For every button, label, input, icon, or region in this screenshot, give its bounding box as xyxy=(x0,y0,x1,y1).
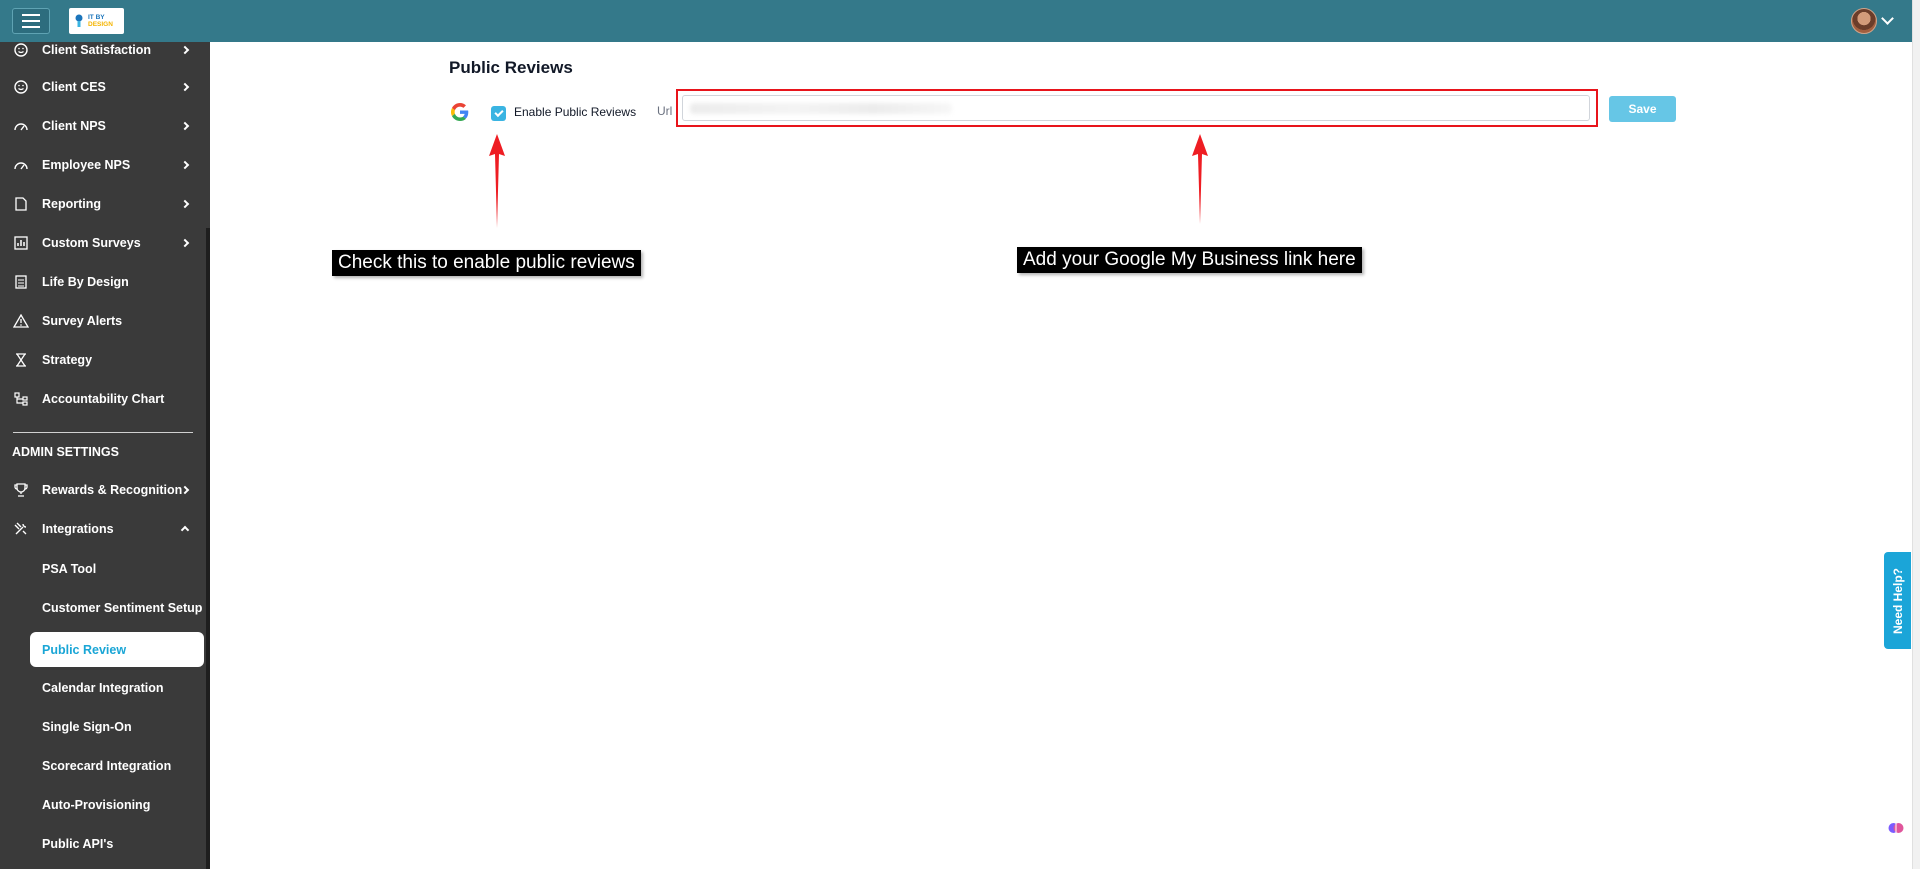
profile-menu[interactable] xyxy=(1851,8,1894,34)
sidebar: Client Satisfaction Client CES Client NP… xyxy=(0,42,210,869)
save-button[interactable]: Save xyxy=(1609,96,1676,122)
bar-chart-icon xyxy=(13,235,29,251)
avatar[interactable] xyxy=(1851,8,1877,34)
hourglass-icon xyxy=(13,352,29,368)
chevron-right-icon xyxy=(180,160,190,170)
chevron-right-icon xyxy=(180,45,190,55)
annotation-callout-checkbox: Check this to enable public reviews xyxy=(332,250,641,276)
hamburger-icon-line xyxy=(22,14,40,16)
chevron-down-icon[interactable] xyxy=(1881,12,1894,25)
warning-icon xyxy=(13,313,29,329)
sidebar-item-label: Integrations xyxy=(42,522,114,536)
logo-text-line2: DESIGN xyxy=(88,21,113,28)
sidebar-item-rewards-recognition[interactable]: Rewards & Recognition xyxy=(0,475,206,505)
sidebar-item-label: Strategy xyxy=(42,353,93,367)
annotation-arrow-url xyxy=(1192,134,1208,224)
sidebar-item-survey-alerts[interactable]: Survey Alerts xyxy=(0,306,206,336)
trophy-icon xyxy=(13,482,29,498)
sidebar-item-strategy[interactable]: Strategy xyxy=(0,345,206,375)
sidebar-item-label: Survey Alerts xyxy=(42,314,123,328)
chevron-right-icon xyxy=(180,199,190,209)
smile-icon xyxy=(13,79,29,95)
hamburger-icon-line xyxy=(22,20,40,22)
sidebar-item-label: Reporting xyxy=(42,197,102,211)
sidebar-item-employee-nps[interactable]: Employee NPS xyxy=(0,150,206,180)
chevron-right-icon xyxy=(180,238,190,248)
enable-public-reviews-label: Enable Public Reviews xyxy=(514,105,637,119)
annotation-arrow-checkbox xyxy=(489,134,505,228)
sidebar-item-label: Accountability Chart xyxy=(42,392,165,406)
sidebar-item-label: Life By Design xyxy=(42,275,129,289)
sidebar-item-client-ces[interactable]: Client CES xyxy=(0,72,206,102)
logo-icon xyxy=(75,14,83,27)
need-help-label: Need Help? xyxy=(1890,567,1905,634)
chevron-up-icon xyxy=(180,525,190,535)
page-title: Public Reviews xyxy=(449,58,573,77)
hamburger-menu-button[interactable] xyxy=(12,8,50,34)
sidebar-subitem-auto-provisioning[interactable]: Auto-Provisioning xyxy=(42,798,150,812)
google-icon xyxy=(451,103,469,121)
sidebar-item-label: Employee NPS xyxy=(42,158,131,172)
tools-icon xyxy=(13,521,29,537)
need-help-tab[interactable]: Need Help? xyxy=(1884,552,1911,649)
page-scrollbar[interactable] xyxy=(1912,0,1920,869)
sidebar-item-client-satisfaction[interactable]: Client Satisfaction xyxy=(0,42,206,65)
company-logo[interactable]: IT BY DESIGN xyxy=(69,8,124,34)
org-chart-icon xyxy=(13,391,29,407)
sidebar-item-label: Client NPS xyxy=(42,119,106,133)
sidebar-subitem-single-sign-on[interactable]: Single Sign-On xyxy=(42,720,132,734)
sidebar-item-client-nps[interactable]: Client NPS xyxy=(0,111,206,141)
sidebar-item-reporting[interactable]: Reporting xyxy=(0,189,206,219)
logo-text-line1: IT BY xyxy=(88,14,105,21)
sidebar-subitem-psa-tool[interactable]: PSA Tool xyxy=(42,562,96,576)
gauge-icon xyxy=(13,157,29,173)
sidebar-item-life-by-design[interactable]: Life By Design xyxy=(0,267,206,297)
annotation-callout-url: Add your Google My Business link here xyxy=(1017,247,1362,273)
logo-text: IT BY DESIGN xyxy=(88,14,113,28)
sidebar-subitem-scorecard-integration[interactable]: Scorecard Integration xyxy=(42,759,171,773)
chevron-right-icon xyxy=(180,82,190,92)
sidebar-item-label: Client Satisfaction xyxy=(42,43,152,57)
url-blurred-value xyxy=(690,103,952,114)
hamburger-icon-line xyxy=(22,26,40,28)
sidebar-item-integrations[interactable]: Integrations xyxy=(0,514,206,544)
sidebar-item-label: Client CES xyxy=(42,80,106,94)
sidebar-subitem-calendar-integration[interactable]: Calendar Integration xyxy=(42,681,164,695)
gauge-icon xyxy=(13,118,29,134)
admin-settings-heading: ADMIN SETTINGS xyxy=(12,445,119,459)
url-label: Url xyxy=(657,104,673,118)
sidebar-divider xyxy=(13,432,193,433)
sidebar-item-label: Custom Surveys xyxy=(42,236,141,250)
smile-icon xyxy=(13,42,29,58)
sidebar-item-label: Rewards & Recognition xyxy=(42,483,183,497)
chevron-right-icon xyxy=(180,121,190,131)
brain-icon[interactable] xyxy=(1888,820,1904,836)
sidebar-subitem-customer-sentiment-setup[interactable]: Customer Sentiment Setup xyxy=(42,601,202,615)
enable-public-reviews-checkbox[interactable] xyxy=(491,106,506,121)
top-bar: IT BY DESIGN xyxy=(0,0,1912,42)
sidebar-subitem-public-apis[interactable]: Public API's xyxy=(42,837,113,851)
sidebar-subitem-public-review[interactable]: Public Review xyxy=(30,632,204,667)
sidebar-item-custom-surveys[interactable]: Custom Surveys xyxy=(0,228,206,258)
sidebar-scrollbar[interactable] xyxy=(206,228,210,869)
sidebar-item-accountability-chart[interactable]: Accountability Chart xyxy=(0,384,206,414)
list-icon xyxy=(13,274,29,290)
document-icon xyxy=(13,196,29,212)
